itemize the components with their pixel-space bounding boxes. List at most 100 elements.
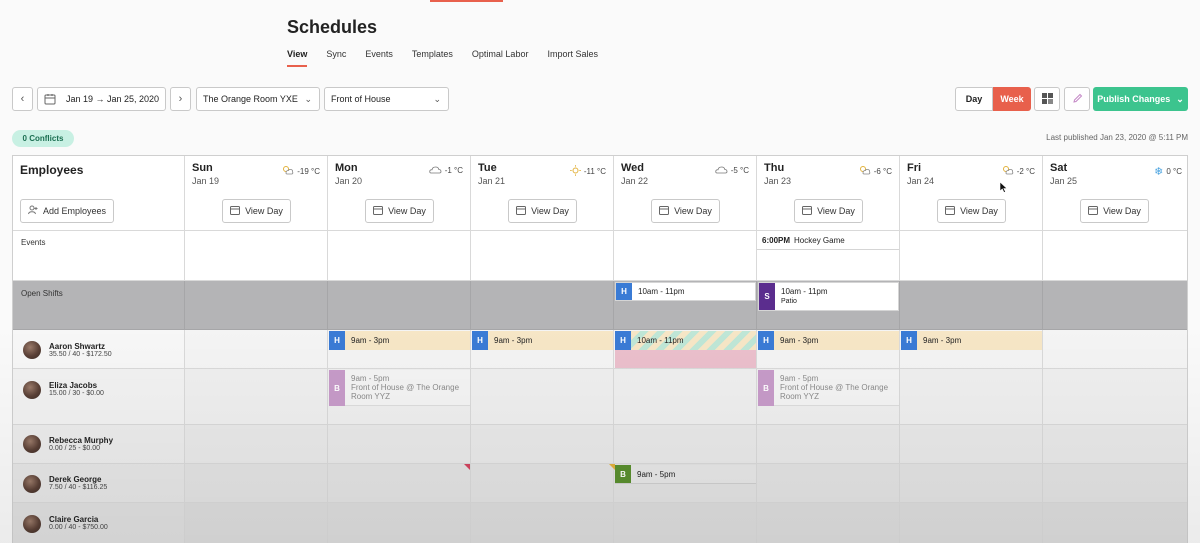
employee-row-aaron[interactable]: Aaron Shwartz 35.50 / 40 - $172.50 xyxy=(13,330,185,369)
tab-import-sales[interactable]: Import Sales xyxy=(547,49,598,67)
open-shift-cell[interactable] xyxy=(471,281,614,330)
shift-eliza-mon[interactable]: B 9am - 5pm Front of House @ The Orange … xyxy=(329,370,470,406)
events-row-label: Events xyxy=(21,238,46,247)
employee-row-eliza[interactable]: Eliza Jacobs 15.00 / 30 - $0.00 xyxy=(13,369,185,425)
shift-role-tag: H xyxy=(472,331,488,350)
temperature: -11 °C xyxy=(583,167,606,176)
shift-cell[interactable] xyxy=(900,369,1043,425)
layout-toggle-button[interactable] xyxy=(1034,87,1060,111)
view-day-button-sun[interactable]: View Day xyxy=(222,199,291,223)
shift-cell[interactable] xyxy=(328,464,471,503)
date-range-picker[interactable]: Jan 19 → Jan 25, 2020 xyxy=(37,87,166,111)
view-day-button-thu[interactable]: View Day xyxy=(794,199,863,223)
shift-derek-wed[interactable]: B 9am - 5pm xyxy=(615,465,756,484)
events-cell[interactable] xyxy=(185,231,328,281)
location-select[interactable]: The Orange Room YXE ⌄ xyxy=(196,87,320,111)
shift-note: Patio xyxy=(781,297,797,305)
employee-name: Claire Garcia xyxy=(49,515,99,524)
employee-row-claire[interactable]: Claire Garcia 0.00 / 40 - $750.00 xyxy=(13,503,185,543)
open-shift-wed[interactable]: H 10am - 11pm xyxy=(615,282,756,301)
shift-time: 9am - 3pm xyxy=(351,336,390,345)
temperature: -5 °C xyxy=(730,166,749,175)
shift-cell[interactable] xyxy=(471,369,614,425)
edit-button[interactable] xyxy=(1064,87,1090,111)
employee-row-derek[interactable]: Derek George 7.50 / 40 - $116.25 xyxy=(13,464,185,503)
open-shift-thu[interactable]: S 10am - 11pm Patio xyxy=(758,282,899,311)
events-cell-thu[interactable]: 6:00PM Hockey Game xyxy=(757,231,900,281)
open-shift-cell[interactable] xyxy=(900,281,1043,330)
events-cell[interactable] xyxy=(900,231,1043,281)
shift-cell[interactable] xyxy=(614,503,757,543)
shift-cell[interactable] xyxy=(614,369,757,425)
shift-cell[interactable] xyxy=(1043,330,1187,369)
shift-aaron-tue[interactable]: H 9am - 3pm xyxy=(472,331,613,350)
events-cell[interactable] xyxy=(328,231,471,281)
view-day-button-sat[interactable]: View Day xyxy=(1080,199,1149,223)
shift-time: 9am - 5pm xyxy=(780,374,819,383)
tab-sync[interactable]: Sync xyxy=(326,49,346,67)
shift-cell[interactable] xyxy=(471,464,614,503)
shift-role-tag: B xyxy=(329,370,345,406)
shift-cell[interactable] xyxy=(328,425,471,464)
conflict-highlight xyxy=(615,350,756,368)
week-view-button[interactable]: Week xyxy=(993,87,1031,111)
employee-hours: 0.00 / 40 - $750.00 xyxy=(49,524,108,531)
shift-role-tag: H xyxy=(758,331,774,350)
open-shift-cell[interactable] xyxy=(1043,281,1187,330)
avatar xyxy=(23,381,41,399)
shift-cell[interactable] xyxy=(328,503,471,543)
shift-cell[interactable] xyxy=(757,425,900,464)
tab-optimal-labor[interactable]: Optimal Labor xyxy=(472,49,529,67)
conflicts-badge[interactable]: 0 Conflicts xyxy=(12,130,74,147)
shift-cell[interactable] xyxy=(185,425,328,464)
view-day-button-fri[interactable]: View Day xyxy=(937,199,1006,223)
shift-cell[interactable] xyxy=(900,464,1043,503)
view-day-button-tue[interactable]: View Day xyxy=(508,199,577,223)
shift-cell[interactable] xyxy=(900,503,1043,543)
publish-changes-button[interactable]: Publish Changes ⌄ xyxy=(1093,87,1188,111)
view-day-button-mon[interactable]: View Day xyxy=(365,199,434,223)
shift-cell[interactable] xyxy=(614,425,757,464)
shift-location-cont: Room YYZ xyxy=(780,392,819,401)
next-week-button[interactable]: › xyxy=(170,87,191,111)
shift-cell[interactable] xyxy=(757,503,900,543)
day-view-button[interactable]: Day xyxy=(955,87,993,111)
view-day-button-wed[interactable]: View Day xyxy=(651,199,720,223)
shift-cell[interactable] xyxy=(185,369,328,425)
shift-aaron-mon[interactable]: H 9am - 3pm xyxy=(329,331,470,350)
shift-cell[interactable] xyxy=(185,464,328,503)
open-shift-cell[interactable] xyxy=(328,281,471,330)
events-cell[interactable] xyxy=(1043,231,1187,281)
shift-cell[interactable] xyxy=(471,503,614,543)
shift-time: 9am - 3pm xyxy=(494,336,533,345)
shift-aaron-fri[interactable]: H 9am - 3pm xyxy=(901,331,1042,350)
open-shift-cell[interactable] xyxy=(185,281,328,330)
employee-row-rebecca[interactable]: Rebecca Murphy 0.00 / 25 - $0.00 xyxy=(13,425,185,464)
day-date: Jan 19 xyxy=(192,176,220,186)
shift-cell[interactable] xyxy=(1043,503,1187,543)
shift-time: 10am - 11pm xyxy=(781,286,828,296)
shift-cell[interactable] xyxy=(757,464,900,503)
view-day-label: View Day xyxy=(1103,206,1141,216)
shift-aaron-wed[interactable]: H 10am - 11pm xyxy=(615,331,756,350)
shift-aaron-thu[interactable]: H 9am - 3pm xyxy=(758,331,899,350)
shift-cell[interactable] xyxy=(900,425,1043,464)
tab-events[interactable]: Events xyxy=(365,49,393,67)
avatar xyxy=(23,475,41,493)
tab-view[interactable]: View xyxy=(287,49,308,67)
shift-cell[interactable] xyxy=(1043,425,1187,464)
shift-cell[interactable] xyxy=(471,425,614,464)
events-cell[interactable] xyxy=(471,231,614,281)
shift-cell[interactable] xyxy=(1043,464,1187,503)
shift-cell[interactable] xyxy=(185,503,328,543)
add-employees-button[interactable]: Add Employees xyxy=(20,199,114,223)
shift-eliza-thu[interactable]: B 9am - 5pm Front of House @ The Orange … xyxy=(758,370,899,406)
event-time: 6:00PM xyxy=(762,235,791,245)
prev-week-button[interactable]: ‹ xyxy=(12,87,33,111)
events-cell[interactable] xyxy=(614,231,757,281)
shift-cell[interactable] xyxy=(1043,369,1187,425)
area-select[interactable]: Front of House ⌄ xyxy=(324,87,449,111)
event-hockey-game[interactable]: 6:00PM Hockey Game xyxy=(757,231,899,250)
shift-cell[interactable] xyxy=(185,330,328,369)
tab-templates[interactable]: Templates xyxy=(412,49,453,67)
